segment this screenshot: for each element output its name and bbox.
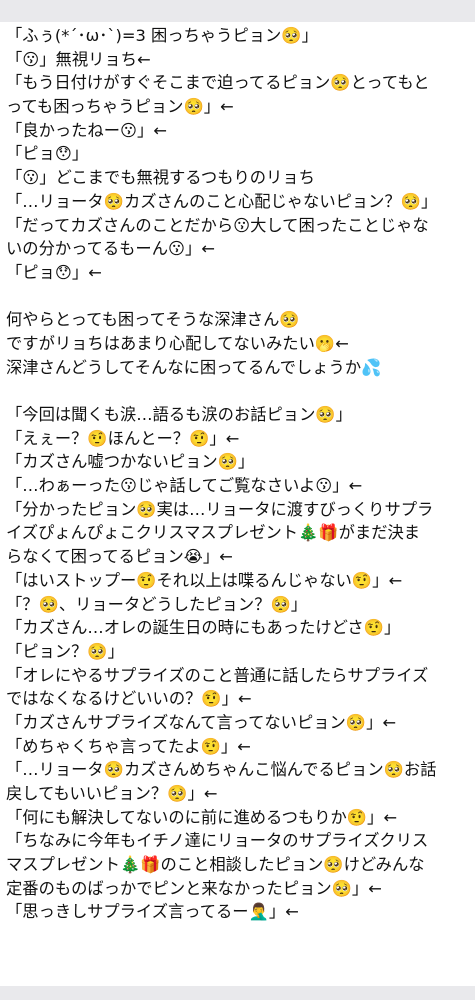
text-line: らなくて困ってるピョン😭」←: [6, 547, 233, 567]
text-line: 「？🥺、リョータどうしたピョン？🥺」: [6, 594, 308, 614]
text-line: 「もう日付けがすぐそこまで迫ってるピョン🥺とってもと: [6, 73, 430, 93]
text-line: 「😗」どこまでも無視するつもりのリョち: [6, 168, 315, 188]
text-line: っても困っちゃうピョン🥺」←: [6, 97, 234, 117]
text-line: 「ふぅ(*´･ω･`)=3 困っちゃうピョン🥺」: [6, 26, 318, 45]
text-line: 「ちなみに今年もイチノ達にリョータのサプライズクリス: [6, 831, 429, 851]
text-line: 何やらとっても困ってそうな深津さん🥺: [6, 310, 300, 330]
text-line: 「思っきしサプライズ言ってるー🤦‍♂️」←: [6, 902, 299, 922]
text-line: 「…リョータ🥺カズさんのこと心配じゃないピョン？🥺」: [6, 191, 438, 211]
text-line: 「カズさんサプライズなんて言ってないピョン🥺」←: [6, 712, 396, 732]
text-line: マスプレゼント🎄🎁のこと相談したピョン🥺けどみんな: [6, 855, 425, 875]
text-line: 「良かったねー😗」←: [6, 120, 167, 140]
text-line: イズぴょんぴょこクリスマスプレゼント🎄🎁がまだ決ま: [6, 523, 421, 543]
text-line: 「何にも解決してないのに前に進めるつもりか🤨」←: [6, 807, 397, 827]
text-line: 「…わぁーった😗じゃ話してご覧なさいよ😗」←: [6, 476, 363, 496]
text-line: 「分かったピョン🥺実は…リョータに渡すびっくりサプラ: [6, 499, 434, 519]
text-line: ですがリョちはあまり心配してないみたい🫢←: [6, 333, 349, 353]
text-line: 「オレにやるサプライズのこと普通に話したらサプライズ: [6, 665, 429, 685]
text-line: 「はいストップー🤨それ以上は喋るんじゃない🤨」←: [6, 570, 403, 590]
bottom-browser-strip: [0, 986, 475, 1000]
text-line: 「…リョータ🥺カズさんめちゃんこ悩んでるピョン🥺お話: [6, 760, 437, 780]
top-browser-strip: [0, 0, 475, 22]
text-line: 深津さんどうしてそんなに困ってるんでしょうか💦: [6, 357, 382, 377]
text-line: 「えぇー？🤨ほんとー？🤨」←: [6, 428, 240, 448]
story-text: 「ふぅ(*´･ω･`)=3 困っちゃうピョン🥺」 「😗」無視リョち← 「もう日付…: [6, 24, 468, 924]
text-line: 「ピョ😯」: [6, 144, 89, 164]
text-line: 「今回は聞くも涙…語るも涙のお話ピョン🥺」: [6, 405, 352, 424]
text-line: 戻してもいいピョン？🥺」←: [6, 784, 218, 803]
text-line: 定番のものばっかでピンと来なかったピョン🥺」←: [6, 878, 382, 898]
text-line: 「だってカズさんのことだから😗大して困ったことじゃな: [6, 215, 429, 235]
text-line: 「めちゃくちゃ言ってたよ🤨」←: [6, 736, 251, 756]
text-line: いの分かってるもーん😗」←: [6, 239, 215, 259]
text-line: 「ピョ😯」←: [6, 262, 102, 282]
text-line: 「カズさん…オレの誕生日の時にもあったけどさ🤨」: [6, 618, 401, 638]
text-line: 「カズさん嘘つかないピョン🥺」: [6, 452, 255, 472]
text-line: 「😗」無視リョち←: [6, 49, 151, 69]
text-line: ではなくなるけどいいの？🤨」←: [6, 689, 252, 709]
text-line: 「ピョン？🥺」: [6, 641, 124, 661]
